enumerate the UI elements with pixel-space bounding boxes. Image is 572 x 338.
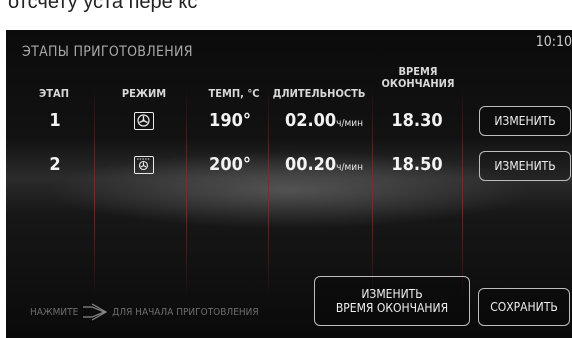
grill-fan-mode-icon[interactable]	[134, 156, 154, 174]
hint-rest-text: ДЛЯ НАЧАЛА ПРИГОТОВЛЕНИЯ	[112, 306, 259, 318]
row2-duration-value: 00.20	[284, 154, 337, 175]
row1-end-time: 18.30	[391, 110, 443, 131]
change-end-time-line1: ИЗМЕНИТЬ	[361, 287, 423, 301]
row2-stage: 2	[49, 154, 61, 175]
row2-end-time: 18.50	[391, 154, 443, 175]
row2-duration-unit: ч/мин	[336, 162, 364, 173]
row2-edit-button[interactable]: ИЗМЕНИТЬ	[479, 151, 571, 181]
row1-edit-button[interactable]: ИЗМЕНИТЬ	[479, 106, 571, 136]
column-header-temp: ТЕМП, °С	[208, 87, 260, 100]
save-button[interactable]: СОХРАНИТЬ	[478, 288, 570, 326]
column-divider	[186, 88, 187, 296]
row1-duration-value: 02.00	[284, 110, 337, 131]
caption-label: отсчету уста пере кс	[8, 0, 198, 13]
row1-stage: 1	[49, 110, 61, 131]
caption-text: отсчету уста пере кс	[0, 0, 572, 30]
hint-press-text: НАЖМИТЕ	[30, 306, 79, 318]
row1-duration: 02.00ч/мин	[274, 110, 374, 131]
row2-duration: 00.20ч/мин	[274, 154, 374, 175]
column-header-stage: ЭТАП	[39, 87, 69, 100]
start-arrow-icon[interactable]	[82, 302, 108, 322]
end-time-header-line2: ОКОНЧАНИЯ	[381, 77, 455, 90]
column-header-end-time: ВРЕМЯ ОКОНЧАНИЯ	[378, 66, 458, 90]
column-header-duration: ДЛИТЕЛЬНОСТЬ	[272, 87, 366, 100]
row1-duration-unit: ч/мин	[336, 118, 364, 129]
oven-screen: ЭТАПЫ ПРИГОТОВЛЕНИЯ 10:10 ЭТАП РЕЖИМ ТЕМ…	[6, 30, 572, 338]
page-title: ЭТАПЫ ПРИГОТОВЛЕНИЯ	[22, 44, 193, 60]
column-divider	[94, 88, 95, 296]
clock: 10:10	[535, 34, 572, 50]
row2-temp: 200°	[209, 154, 251, 175]
column-divider	[268, 88, 269, 296]
column-header-mode: РЕЖИМ	[121, 87, 167, 100]
change-end-time-line2: ВРЕМЯ ОКОНЧАНИЯ	[335, 301, 449, 315]
change-end-time-button[interactable]: ИЗМЕНИТЬ ВРЕМЯ ОКОНЧАНИЯ	[314, 276, 470, 326]
column-divider	[462, 88, 463, 296]
fan-mode-icon[interactable]	[134, 112, 154, 130]
row1-temp: 190°	[209, 110, 251, 131]
start-hint: НАЖМИТЕ ДЛЯ НАЧАЛА ПРИГОТОВЛЕНИЯ	[30, 302, 259, 322]
